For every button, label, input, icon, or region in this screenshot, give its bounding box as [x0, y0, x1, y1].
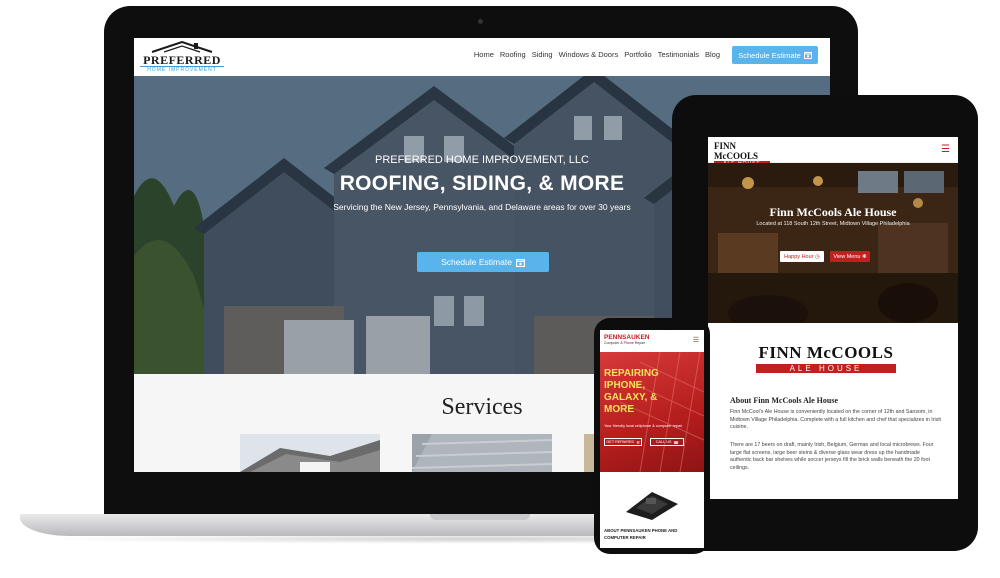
- menu-item-windows-doors[interactable]: Windows & Doors: [559, 50, 619, 59]
- menu-item-siding[interactable]: Siding: [532, 50, 553, 59]
- schedule-estimate-button[interactable]: Schedule Estimate: [732, 46, 818, 64]
- menu-item-roofing[interactable]: Roofing: [500, 50, 526, 59]
- menu-item-blog[interactable]: Blog: [705, 50, 720, 59]
- call-us-label: CALL US: [655, 440, 672, 444]
- tablet-hero-subtitle: Located at 118 South 12th Street, Midtow…: [756, 221, 910, 227]
- logo-large-subtitle: ALE HOUSE: [756, 364, 896, 373]
- call-us-button[interactable]: CALL US ☎: [650, 438, 684, 446]
- clock-icon: ◷: [815, 253, 820, 260]
- tablet-hero-title: Finn McCools Ale House: [769, 205, 897, 219]
- get-repaired-button[interactable]: GET REPAIRED ⚒: [604, 438, 642, 446]
- phone-header: PENNSAUKEN Computer & Phone Repair ☰: [600, 330, 704, 352]
- logo-title: FINN McCOOLS: [714, 141, 758, 161]
- tablet-hero: Finn McCools Ale House Located at 118 So…: [708, 163, 958, 323]
- hamburger-menu-icon[interactable]: ☰: [941, 144, 950, 155]
- pennsauken-logo[interactable]: PENNSAUKEN Computer & Phone Repair: [604, 334, 668, 345]
- menu-item-portfolio[interactable]: Portfolio: [624, 50, 652, 59]
- hero-button-label: Schedule Estimate: [441, 257, 512, 267]
- service-card-siding[interactable]: [412, 434, 552, 472]
- about-paragraph-2: There are 17 beers on draft, mainly Iris…: [730, 442, 934, 471]
- view-menu-label: View Menu: [833, 253, 861, 260]
- finn-mccools-logo-large: FINN McCOOLS ALE HOUSE: [756, 343, 896, 379]
- calendar-icon: [515, 258, 525, 267]
- bar-interior-photo: [708, 163, 958, 323]
- phone-about-title: ABOUT PENNSAUKEN PHONE AND COMPUTER REPA…: [604, 528, 678, 540]
- hamburger-menu-icon[interactable]: ☰: [693, 336, 699, 344]
- phone-hero: REPAIRING IPHONE, GALAXY, & MORE Your fr…: [600, 352, 704, 472]
- service-card-roofing[interactable]: [240, 434, 380, 472]
- phone-screen: PENNSAUKEN Computer & Phone Repair ☰ REP…: [600, 330, 704, 548]
- get-repaired-label: GET REPAIRED: [606, 440, 635, 444]
- phone-hero-title: REPAIRING IPHONE, GALAXY, & MORE: [604, 368, 659, 415]
- finn-mccools-logo-small[interactable]: FINN McCOOLS ALE HOUSE: [714, 141, 770, 167]
- phone-notch: [630, 322, 674, 329]
- about-title: About Finn McCools Ale House: [730, 396, 839, 405]
- site-logo[interactable]: PREFERRED HOME IMPROVEMENT: [140, 41, 224, 73]
- happy-hour-label: Happy Hour: [784, 253, 814, 260]
- siding-photo: [412, 434, 552, 472]
- main-menu: Home Roofing Siding Windows & Doors Port…: [474, 50, 720, 59]
- roof-photo: [240, 434, 380, 472]
- phone-hero-subtitle: Your friendly local cellphone & computer…: [604, 424, 683, 428]
- menu-item-testimonials[interactable]: Testimonials: [658, 50, 699, 59]
- laptop-keyboard-photo: [626, 492, 678, 520]
- menu-item-home[interactable]: Home: [474, 50, 494, 59]
- logo-subtitle: HOME IMPROVEMENT: [140, 66, 224, 73]
- roof-icon: [151, 41, 213, 53]
- utensils-icon: ❋: [862, 253, 867, 260]
- logo-large-title: FINN McCOOLS: [758, 343, 894, 362]
- hero-schedule-estimate-button[interactable]: Schedule Estimate: [417, 252, 549, 272]
- cta-label: Schedule Estimate: [738, 50, 801, 60]
- happy-hour-button[interactable]: Happy Hour ◷: [780, 251, 824, 262]
- phone-icon: ☎: [673, 440, 679, 445]
- site-header: PREFERRED HOME IMPROVEMENT Home Roofing …: [134, 38, 830, 76]
- logo-title: PENNSAUKEN: [604, 334, 650, 341]
- tablet-header: FINN McCOOLS ALE HOUSE ☰: [708, 137, 958, 167]
- camera-icon: [478, 19, 483, 24]
- calendar-icon: [803, 52, 812, 59]
- tablet-screen: FINN McCOOLS ALE HOUSE ☰ Finn McCools Al…: [708, 137, 958, 499]
- wrench-icon: ⚒: [636, 440, 640, 445]
- view-menu-button[interactable]: View Menu ❋: [830, 251, 870, 262]
- laptop-base-notch: [430, 514, 530, 520]
- logo-subtitle: Computer & Phone Repair: [604, 341, 646, 345]
- about-paragraph-1: Finn McCool's Ale House is conveniently …: [730, 409, 942, 431]
